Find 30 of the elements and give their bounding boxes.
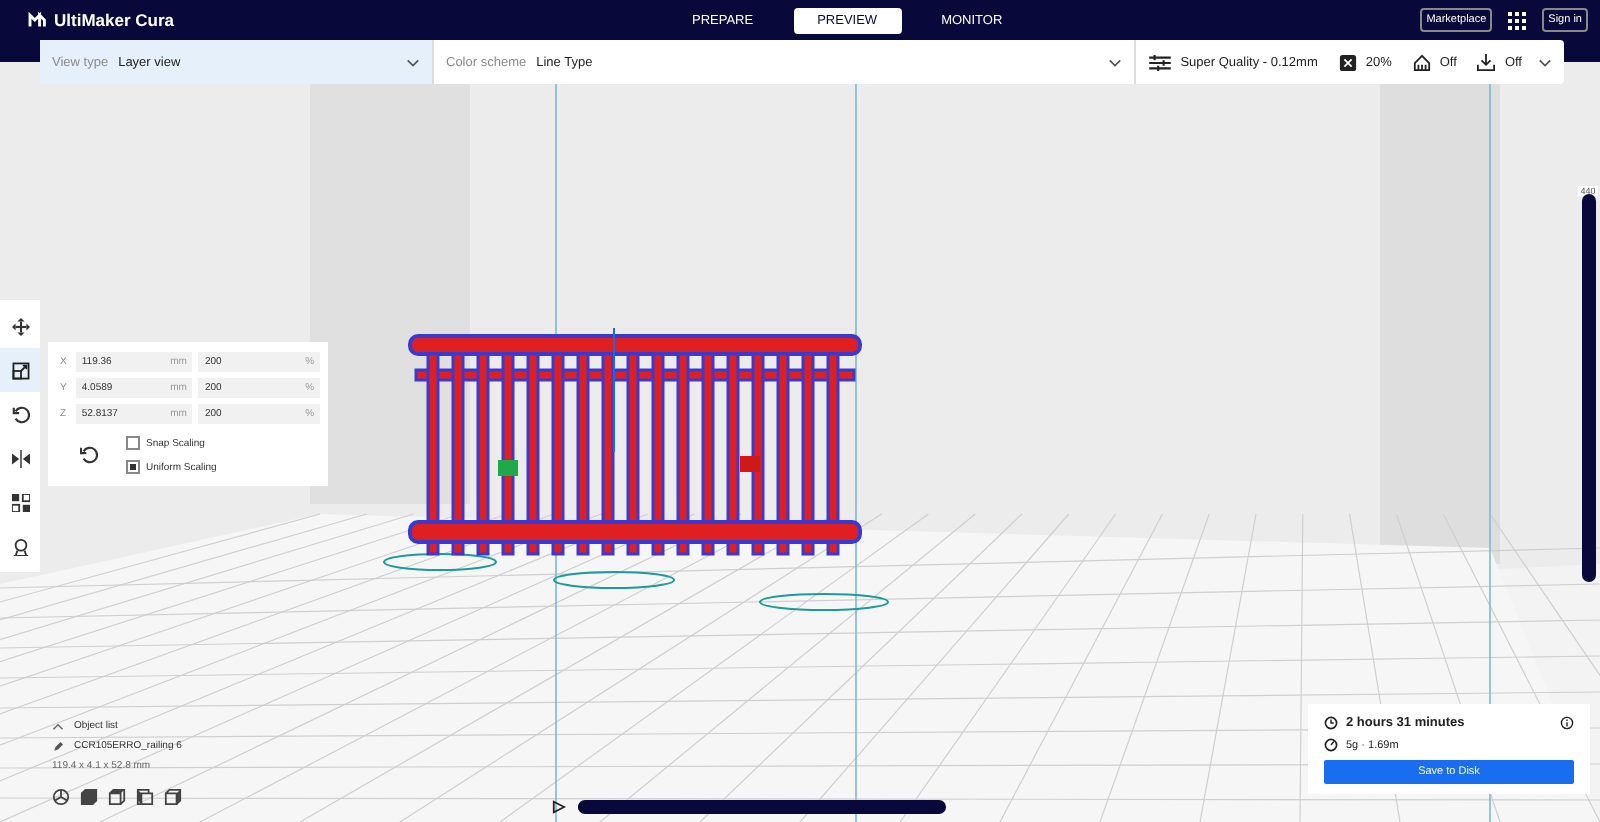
left-view-icon[interactable] [136, 788, 154, 806]
chevron-down-icon [1538, 57, 1552, 67]
app-logo-text: UltiMaker Cura [54, 10, 174, 30]
front-view-icon[interactable] [80, 788, 98, 806]
apps-grid-icon[interactable] [1508, 11, 1527, 29]
scale-tool-button[interactable] [0, 348, 40, 392]
clock-icon [1324, 716, 1338, 730]
info-icon[interactable] [1560, 716, 1574, 730]
mirror-icon [11, 449, 29, 467]
chevron-down-icon [1108, 57, 1123, 67]
play-icon[interactable] [552, 800, 566, 814]
support-icon [1411, 53, 1432, 71]
3d-view-icon[interactable] [52, 788, 70, 806]
gauge-icon [1324, 738, 1338, 752]
right-view-icon[interactable] [164, 788, 182, 806]
logo-icon [28, 12, 48, 28]
reset-icon[interactable] [80, 446, 98, 464]
grid-squares-icon [11, 493, 29, 511]
scale-icon [11, 361, 29, 379]
top-view-icon[interactable] [108, 788, 126, 806]
adhesion-icon [1476, 53, 1497, 71]
sliders-icon [1148, 53, 1173, 71]
rotate-icon [11, 405, 29, 423]
pencil-icon[interactable] [52, 741, 64, 751]
move-arrows-icon [11, 317, 29, 335]
chevron-down-icon [406, 57, 420, 67]
chevron-up-icon[interactable] [52, 721, 64, 731]
support-blocker-icon [11, 537, 29, 555]
infill-icon [1337, 53, 1358, 71]
layer-slider-range[interactable] [1585, 198, 1591, 578]
